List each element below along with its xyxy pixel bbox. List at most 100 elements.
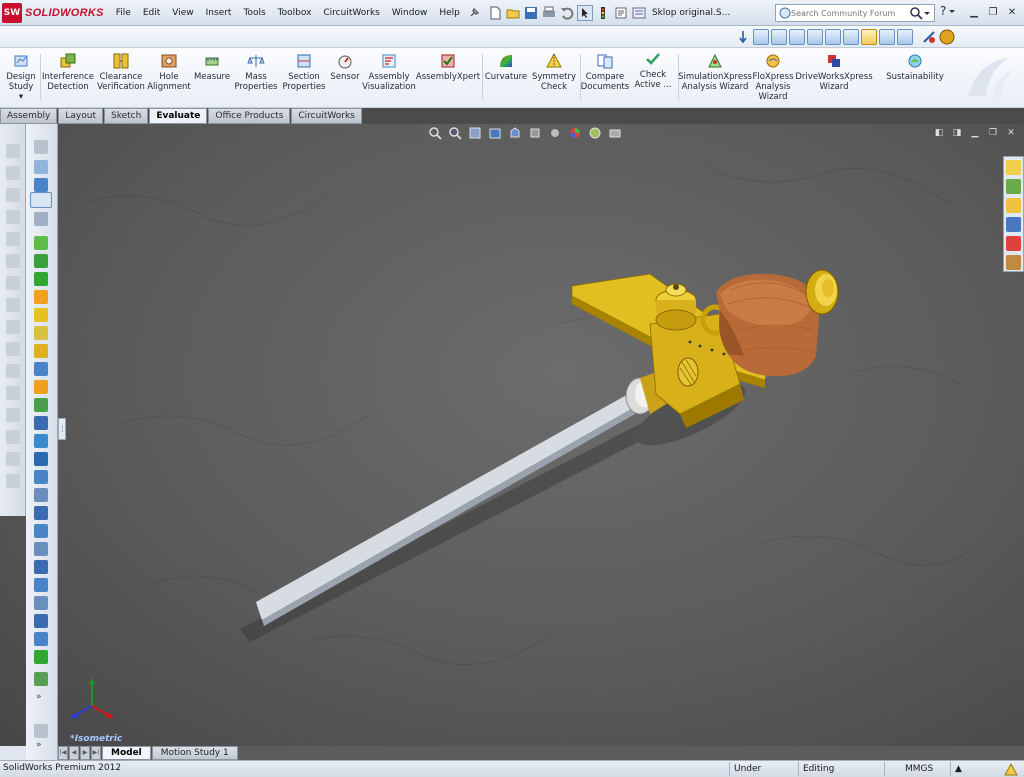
sustainability-button[interactable]: Sustainability xyxy=(884,52,946,82)
reference-geometry-icon[interactable] xyxy=(34,362,48,376)
previous-view-icon[interactable] xyxy=(468,126,482,140)
exploded-view-icon[interactable] xyxy=(34,344,48,358)
bottom-view-icon[interactable] xyxy=(843,29,859,45)
normal-to-icon[interactable] xyxy=(735,29,751,45)
panel-collapse-handle[interactable]: ⋮ xyxy=(58,418,66,440)
viewport-next-icon[interactable]: ◨ xyxy=(950,126,964,140)
solidworks-logo[interactable]: SW SOLIDWORKS xyxy=(0,0,110,26)
assembly-features-icon[interactable] xyxy=(34,416,48,430)
viewport-prev-icon[interactable]: ◧ xyxy=(932,126,946,140)
sketch-circle-icon[interactable] xyxy=(6,210,20,224)
rebuild-traffic-light-icon[interactable] xyxy=(595,5,611,21)
brass-end-cap[interactable] xyxy=(805,269,839,315)
next-tab-icon[interactable]: ▶ xyxy=(80,746,90,760)
instant3d-icon[interactable] xyxy=(34,434,48,448)
mass-properties-button[interactable]: Mass Properties xyxy=(234,52,278,92)
compare-documents-button[interactable]: Compare Documents xyxy=(581,52,629,92)
edit-appearance-icon[interactable] xyxy=(568,126,582,140)
link-views-icon[interactable] xyxy=(921,29,937,45)
sensor-button[interactable]: Sensor xyxy=(330,52,360,82)
sweep-icon[interactable] xyxy=(34,650,48,664)
graphics-area[interactable]: ◧ ◨ ▁ ❐ ✕ xyxy=(0,124,1024,746)
sketch-line-icon[interactable] xyxy=(6,166,20,180)
curvature-button[interactable]: Curvature xyxy=(484,52,528,82)
viewport-close-icon[interactable]: ✕ xyxy=(1004,126,1018,140)
new-motion-study-icon[interactable] xyxy=(34,380,48,394)
draft-icon[interactable] xyxy=(34,578,48,592)
help-chevron-down-icon[interactable] xyxy=(948,4,956,18)
assembly-visualization-button[interactable]: Assembly Visualization xyxy=(362,52,416,92)
check-active-button[interactable]: Check Active ... xyxy=(630,50,676,90)
appearance-ball-icon[interactable] xyxy=(939,29,955,45)
menu-view[interactable]: View xyxy=(166,8,199,18)
appearances-scenes-icon[interactable] xyxy=(1006,236,1021,251)
dome-icon[interactable] xyxy=(34,614,48,628)
interference-detection-button[interactable]: Interference Detection xyxy=(42,52,94,92)
sketch-offset-icon[interactable] xyxy=(6,364,20,378)
tab-layout[interactable]: Layout xyxy=(58,108,103,124)
menu-file[interactable]: File xyxy=(110,8,137,18)
tab-evaluate[interactable]: Evaluate xyxy=(149,108,208,124)
sketch-rectangle-icon[interactable] xyxy=(6,188,20,202)
menu-help[interactable]: Help xyxy=(433,8,466,18)
isometric-view-icon[interactable] xyxy=(861,29,877,45)
front-view-icon[interactable] xyxy=(753,29,769,45)
rib-icon[interactable] xyxy=(34,560,48,574)
menu-window[interactable]: Window xyxy=(386,8,434,18)
design-study-dropdown-icon[interactable]: ▾ xyxy=(19,92,23,102)
simulationxpress-button[interactable]: SimulationXpress Analysis Wizard xyxy=(678,52,752,92)
open-folder-icon[interactable] xyxy=(505,5,521,21)
scroll-down-chevron-icon[interactable]: » xyxy=(36,692,42,702)
design-library-icon[interactable] xyxy=(1006,179,1021,194)
search-input[interactable] xyxy=(791,8,909,18)
first-tab-icon[interactable]: |◀ xyxy=(58,746,68,760)
options-icon[interactable] xyxy=(631,5,647,21)
last-tab-icon[interactable]: ▶| xyxy=(91,746,101,760)
close-icon[interactable]: ✕ xyxy=(1004,4,1020,20)
top-view-icon[interactable] xyxy=(825,29,841,45)
zoom-to-area-icon[interactable] xyxy=(448,126,462,140)
file-explorer-icon[interactable] xyxy=(1006,198,1021,213)
select-other-icon[interactable] xyxy=(34,212,48,226)
sketch-pattern-icon[interactable] xyxy=(6,408,20,422)
sketch-arc-icon[interactable] xyxy=(6,232,20,246)
weld-bead-icon[interactable] xyxy=(34,470,48,484)
chamfer-icon[interactable] xyxy=(34,524,48,538)
right-view-icon[interactable] xyxy=(807,29,823,45)
section-view-icon[interactable] xyxy=(488,126,502,140)
sketch-mirror-icon[interactable] xyxy=(6,386,20,400)
flex-icon[interactable] xyxy=(34,632,48,646)
filter-edges-icon[interactable] xyxy=(34,160,48,174)
rebuild-status-icon[interactable] xyxy=(1004,763,1018,776)
fillet-icon[interactable] xyxy=(34,506,48,520)
menu-circuitworks[interactable]: CircuitWorks xyxy=(317,8,385,18)
help-icon[interactable]: ? xyxy=(940,4,946,18)
bill-of-materials-icon[interactable] xyxy=(34,398,48,412)
sketch-tool-icon[interactable] xyxy=(6,144,20,158)
cut-icon[interactable] xyxy=(34,488,48,502)
viewport-restore-icon[interactable]: ❐ xyxy=(986,126,1000,140)
menu-edit[interactable]: Edit xyxy=(137,8,166,18)
tab-sketch[interactable]: Sketch xyxy=(104,108,149,124)
view-orientation-icon[interactable] xyxy=(508,126,522,140)
section-properties-button[interactable]: Section Properties xyxy=(280,52,328,92)
view-settings-icon[interactable] xyxy=(608,126,622,140)
filter-faces-icon[interactable] xyxy=(34,178,48,192)
square-rod[interactable] xyxy=(256,392,642,626)
sketch-spline-icon[interactable] xyxy=(6,254,20,268)
undo-icon[interactable] xyxy=(559,5,575,21)
chevron-down-icon[interactable] xyxy=(923,6,931,20)
symmetry-check-button[interactable]: Symmetry Check xyxy=(532,52,576,92)
display-style-icon[interactable] xyxy=(528,126,542,140)
shell-icon[interactable] xyxy=(34,542,48,556)
tab-assembly[interactable]: Assembly xyxy=(0,108,58,124)
print-icon[interactable] xyxy=(541,5,557,21)
clearance-verification-button[interactable]: Clearance Verification xyxy=(96,52,146,92)
units-status[interactable]: MMGS xyxy=(884,762,934,776)
tab-circuitworks[interactable]: CircuitWorks xyxy=(291,108,362,124)
sketch-centerline-icon[interactable] xyxy=(6,298,20,312)
menu-tools[interactable]: Tools xyxy=(237,8,271,18)
view-palette-icon[interactable] xyxy=(1006,217,1021,232)
trimetric-view-icon[interactable] xyxy=(879,29,895,45)
filter-icon[interactable] xyxy=(34,140,48,154)
